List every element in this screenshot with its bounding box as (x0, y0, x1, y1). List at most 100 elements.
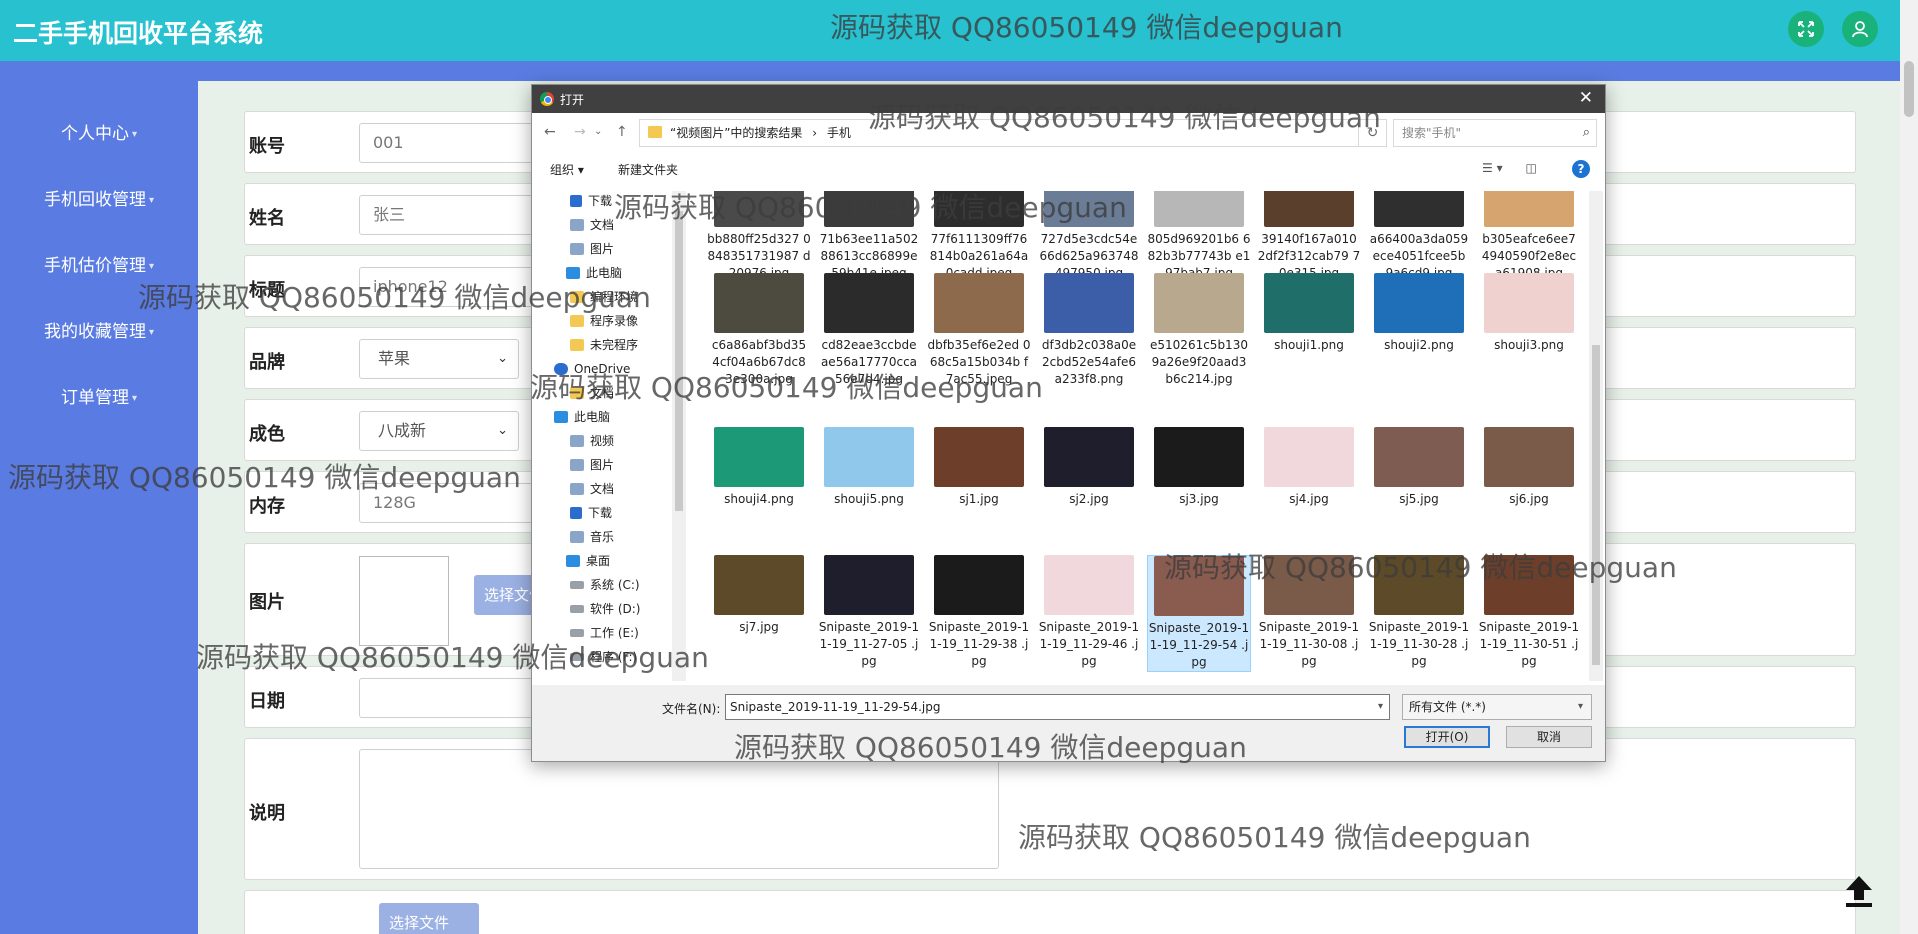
tree-item[interactable]: 程序录像 (570, 311, 638, 331)
up-arrow-icon[interactable]: ↑ (616, 124, 628, 140)
back-to-top-icon[interactable] (1840, 872, 1878, 910)
navigation-tree: 下载📌文档📌图片📌此电脑📌编程环境程序录像未完程序OneDrive文档此电脑视频… (532, 191, 682, 681)
tree-scrollbar-thumb[interactable] (675, 211, 683, 511)
tree-item[interactable]: 下载 (570, 503, 612, 523)
file-item[interactable]: shouji2.png (1367, 273, 1471, 354)
tree-item[interactable]: 系统 (C:) (570, 575, 640, 595)
file-item[interactable]: 727d5e3cdc54e 66d625a963748 497950.jpg (1037, 191, 1141, 282)
file-item[interactable]: Snipaste_2019-11-19_11-29-54 .jpg (1147, 555, 1251, 672)
file-item[interactable]: Snipaste_2019-11-19_11-30-51 .jpg (1477, 555, 1581, 670)
path-phone[interactable]: 手机 (827, 126, 851, 140)
file-item[interactable]: 71b63ee11a502 88613cc86899e 59b41e.jpeg (817, 191, 921, 282)
cancel-button[interactable]: 取消 (1506, 726, 1592, 748)
tree-item[interactable]: 未完程序 (570, 335, 638, 355)
condition-select[interactable]: 八成新 ⌄ (359, 411, 519, 451)
back-arrow-icon[interactable]: ← (544, 124, 556, 140)
open-button[interactable]: 打开(O) (1404, 726, 1490, 748)
sidebar-item-personal-center[interactable]: 个人中心 ▾ (0, 119, 198, 144)
tree-item[interactable]: 编程环境 (570, 287, 638, 307)
file-item[interactable]: sj6.jpg (1477, 427, 1581, 508)
search-input[interactable]: 搜索"手机" ⌕ (1393, 119, 1597, 147)
refresh-icon[interactable]: ↻ (1359, 119, 1387, 147)
file-item[interactable]: Snipaste_2019-11-19_11-27-05 .jpg (817, 555, 921, 670)
tree-item-label: 软件 (D:) (590, 602, 641, 616)
file-item[interactable]: a66400a3da059 ece4051fcee5b 9a6cd9.jpg (1367, 191, 1471, 282)
file-item[interactable]: sj1.jpg (927, 427, 1031, 508)
file-name: sj4.jpg (1289, 492, 1329, 506)
files-scrollbar[interactable] (1589, 191, 1603, 681)
forward-arrow-icon[interactable]: → (574, 124, 586, 140)
tree-scrollbar[interactable] (672, 191, 686, 681)
help-icon[interactable]: ? (1572, 160, 1590, 178)
file-thumbnail (1154, 427, 1244, 487)
tree-item[interactable]: 文档 (570, 479, 614, 499)
tree-item[interactable]: OneDrive (554, 359, 630, 379)
file-item[interactable]: sj7.jpg (707, 555, 811, 636)
file-item[interactable]: sj3.jpg (1147, 427, 1251, 508)
file-item[interactable]: shouji4.png (707, 427, 811, 508)
sidebar-item-phone-recycle[interactable]: 手机回收管理 ▾ (0, 185, 198, 210)
tree-item[interactable]: 文档📌 (570, 215, 614, 235)
file-thumbnail (1044, 273, 1134, 333)
file-item[interactable]: 77f6111309ff76 814b0a261a64a 0cadd.jpeg (927, 191, 1031, 282)
file-item[interactable]: 39140f167a010 2df2f312cab79 70e315.jpg (1257, 191, 1361, 282)
file-item[interactable]: dbfb35ef6e2ed 068c5a15b034b f7ac55.jpeg (927, 273, 1031, 388)
tree-item[interactable]: 视频 (570, 431, 614, 451)
file-item[interactable]: Snipaste_2019-11-19_11-30-28 .jpg (1367, 555, 1471, 670)
files-scrollbar-thumb[interactable] (1592, 345, 1600, 665)
tree-item[interactable]: 程序 (F:) (570, 647, 637, 667)
sidebar-item-phone-valuation[interactable]: 手机估价管理 ▾ (0, 251, 198, 276)
choose-file-button[interactable]: 选择文件 (474, 575, 534, 615)
recent-dropdown-icon[interactable]: ⌄ (594, 126, 602, 137)
filetype-select[interactable]: 所有文件 (*.*) ▾ (1402, 694, 1592, 720)
tree-item[interactable]: 软件 (D:) (570, 599, 640, 619)
file-item[interactable]: b305eafce6ee7 4940590f2e8ec a61908.jpg (1477, 191, 1581, 282)
tree-item[interactable]: 工作 (E:) (570, 623, 639, 643)
close-icon[interactable]: ✕ (1579, 88, 1593, 108)
filename-input[interactable]: Snipaste_2019-11-19_11-29-54.jpg ▾ (725, 694, 1390, 720)
file-item[interactable]: shouji5.png (817, 427, 921, 508)
file-item[interactable]: sj4.jpg (1257, 427, 1361, 508)
file-item[interactable]: c6a86abf3bd35 4cf04a6b67dc8 3e300a.jpg (707, 273, 811, 388)
doc-icon (570, 459, 584, 471)
file-item[interactable]: Snipaste_2019-11-19_11-29-38 .jpg (927, 555, 1031, 670)
file-item[interactable]: Snipaste_2019-11-19_11-30-08 .jpg (1257, 555, 1361, 670)
sidebar-item-orders[interactable]: 订单管理 ▾ (0, 383, 198, 408)
page-scrollbar[interactable] (1900, 0, 1918, 934)
file-item[interactable]: sj2.jpg (1037, 427, 1141, 508)
chevron-down-icon[interactable]: ▾ (1378, 695, 1383, 719)
file-item[interactable]: bb880ff25d327 0848351731987 d20976.jpg (707, 191, 811, 282)
tree-item[interactable]: 文档 (570, 383, 614, 403)
tree-item[interactable]: 图片📌 (570, 239, 614, 259)
page-scrollbar-thumb[interactable] (1904, 61, 1914, 117)
file-item[interactable]: Snipaste_2019-11-19_11-29-46 .jpg (1037, 555, 1141, 670)
organize-button[interactable]: 组织 ▾ (550, 161, 584, 178)
tree-item[interactable]: 此电脑 (554, 407, 610, 427)
condition-label: 成色 (249, 424, 285, 445)
address-bar[interactable]: “视频图片”中的搜索结果 › 手机 (639, 119, 1359, 147)
fullscreen-icon[interactable] (1788, 11, 1824, 47)
view-options-icon[interactable]: ☰ ▾ ◫ (1482, 161, 1537, 175)
file-item[interactable]: df3db2c038a0e 2cbd52e54afe6 a233f8.png (1037, 273, 1141, 388)
tree-item[interactable]: 图片 (570, 455, 614, 475)
file-item[interactable]: shouji1.png (1257, 273, 1361, 354)
file-item[interactable]: shouji3.png (1477, 273, 1581, 354)
file-thumbnail (1044, 555, 1134, 615)
file-name: Snipaste_2019-11-19_11-30-08 .jpg (1258, 620, 1360, 668)
sidebar-item-favorites[interactable]: 我的收藏管理 ▾ (0, 317, 198, 342)
file-item[interactable]: e510261c5b130 9a26e9f20aad3 b6c214.jpg (1147, 273, 1251, 388)
brand-select[interactable]: 苹果 ⌄ (359, 339, 519, 379)
tree-item[interactable]: 音乐 (570, 527, 614, 547)
tree-item[interactable]: 下载📌 (570, 191, 612, 211)
user-icon[interactable] (1842, 11, 1878, 47)
file-item[interactable]: cd82eae3ccbde ae56a17770cca 56e7d4.jpg (817, 273, 921, 388)
description-textarea[interactable] (359, 749, 999, 869)
file-item[interactable]: 805d969201b6 682b3b77743b e197bab7.jpg (1147, 191, 1251, 282)
new-folder-button[interactable]: 新建文件夹 (618, 161, 678, 178)
doc-icon (570, 219, 584, 231)
tree-item[interactable]: 此电脑📌 (566, 263, 622, 283)
path-search-results[interactable]: “视频图片”中的搜索结果 (670, 126, 802, 140)
tree-item[interactable]: 桌面 (566, 551, 610, 571)
file-item[interactable]: sj5.jpg (1367, 427, 1471, 508)
choose-file-button-2[interactable]: 选择文件 (379, 903, 479, 934)
